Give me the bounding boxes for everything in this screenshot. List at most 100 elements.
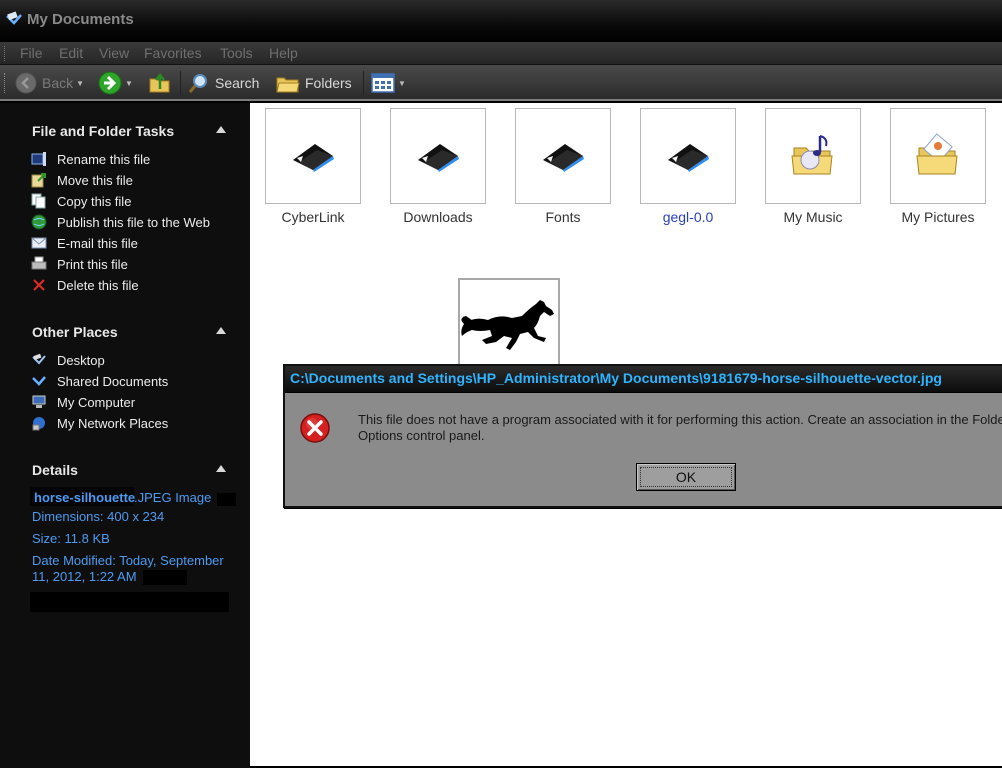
collapse-arrow-icon[interactable]: [216, 465, 226, 472]
folder-downloads[interactable]: Downloads: [390, 108, 486, 225]
toolbar-grip[interactable]: [4, 73, 7, 93]
back-dropdown-icon[interactable]: ▼: [76, 79, 84, 88]
details-modified-line2: 11, 2012, 1:22 AM: [32, 569, 137, 584]
other-places-heading[interactable]: Other Places: [32, 324, 118, 340]
folders-button[interactable]: Folders: [276, 71, 352, 95]
details-modified-line1: Date Modified: Today, September: [32, 553, 224, 568]
folder-fonts[interactable]: Fonts: [515, 108, 611, 225]
file-tasks-heading[interactable]: File and Folder Tasks: [32, 123, 174, 139]
forward-dropdown-icon[interactable]: ▼: [125, 79, 133, 88]
menu-view[interactable]: View: [99, 45, 129, 61]
copy-icon: [30, 193, 48, 209]
folder-my-pictures[interactable]: My Pictures: [890, 108, 986, 225]
details-size: Size: 11.8 KB: [32, 531, 110, 546]
details-file-name: horse-silhouette: [34, 490, 136, 505]
redaction-bar: [217, 493, 236, 506]
folder-icon: [293, 144, 334, 172]
place-shared-documents[interactable]: Shared Documents: [30, 373, 168, 389]
folder-name: Fonts: [545, 209, 581, 225]
search-icon: [188, 74, 207, 93]
menu-edit[interactable]: Edit: [59, 45, 83, 61]
toolbar-separator: [363, 71, 364, 95]
toolbar-separator: [180, 71, 181, 95]
dialog-title-bar[interactable]: C:\Documents and Settings\HP_Administrat…: [285, 366, 1002, 393]
folder-gegl[interactable]: gegl-0.0: [640, 108, 736, 225]
folder-icon: [543, 144, 584, 172]
folder-name: CyberLink: [281, 209, 345, 225]
folder-thumbnail: [515, 108, 611, 204]
folder-my-music[interactable]: My Music: [765, 108, 861, 225]
move-icon: [30, 172, 48, 188]
folder-name: gegl-0.0: [662, 209, 714, 225]
up-folder-button[interactable]: [148, 71, 172, 95]
forward-button[interactable]: ▼: [98, 71, 133, 95]
redaction-bar: [30, 592, 229, 612]
folder-icon: [668, 144, 709, 172]
publish-web-icon: [30, 214, 48, 230]
folder-thumbnail: [765, 108, 861, 204]
delete-icon: [30, 277, 48, 293]
views-icon: [371, 73, 395, 93]
details-dimensions: Dimensions: 400 x 234: [32, 509, 165, 524]
menu-file[interactable]: File: [20, 45, 43, 61]
window-title: My Documents: [27, 11, 134, 28]
menu-help[interactable]: Help: [269, 45, 298, 61]
folder-thumbnail: [265, 108, 361, 204]
music-folder-icon: [791, 135, 833, 175]
task-pane: File and Folder Tasks Rename this file M…: [0, 103, 250, 768]
back-button[interactable]: Back ▼: [15, 71, 84, 95]
folder-icon: [418, 144, 459, 172]
folder-thumbnail: [890, 108, 986, 204]
error-dialog: C:\Documents and Settings\HP_Administrat…: [283, 364, 1002, 508]
my-computer-icon: [30, 394, 48, 410]
forward-arrow-icon: [98, 71, 122, 95]
views-button[interactable]: ▼: [371, 71, 406, 95]
place-desktop[interactable]: Desktop: [30, 352, 105, 368]
network-places-icon: [30, 415, 48, 431]
task-copy[interactable]: Copy this file: [30, 193, 131, 209]
place-network[interactable]: My Network Places: [30, 415, 168, 431]
up-folder-icon: [149, 72, 170, 93]
menu-tools[interactable]: Tools: [220, 45, 253, 61]
collapse-arrow-icon[interactable]: [216, 126, 226, 133]
focus-rect: [640, 467, 732, 487]
redaction-bar: [143, 570, 187, 585]
print-icon: [30, 256, 48, 272]
details-file-type: .JPEG Image: [134, 490, 212, 505]
ok-button[interactable]: OK: [636, 463, 736, 491]
folders-icon: [276, 77, 300, 93]
horse-silhouette-image: [461, 300, 554, 350]
error-icon: [300, 413, 330, 443]
search-button[interactable]: Search: [188, 71, 259, 95]
shared-documents-icon: [30, 373, 48, 389]
details-heading[interactable]: Details: [32, 462, 78, 478]
views-dropdown-icon[interactable]: ▼: [398, 79, 406, 88]
place-my-computer[interactable]: My Computer: [30, 394, 135, 410]
task-rename[interactable]: Rename this file: [30, 151, 150, 167]
menu-favorites[interactable]: Favorites: [144, 45, 202, 61]
task-publish[interactable]: Publish this file to the Web: [30, 214, 210, 230]
my-documents-icon: [6, 11, 22, 25]
folder-thumbnail: [390, 108, 486, 204]
folder-cyberlink[interactable]: CyberLink: [265, 108, 361, 225]
task-print[interactable]: Print this file: [30, 256, 128, 272]
pictures-folder-icon: [916, 133, 958, 175]
back-arrow-icon: [15, 72, 37, 94]
folder-name: My Pictures: [901, 209, 975, 225]
folder-name: Downloads: [403, 209, 473, 225]
collapse-arrow-icon[interactable]: [216, 327, 226, 334]
rename-icon: [30, 151, 48, 167]
task-email[interactable]: E-mail this file: [30, 235, 138, 251]
task-delete[interactable]: Delete this file: [30, 277, 139, 293]
task-move[interactable]: Move this file: [30, 172, 133, 188]
file-thumbnail-horse-silhouette[interactable]: [458, 278, 560, 368]
menu-grip[interactable]: [4, 46, 7, 61]
dialog-message: This file does not have a program associ…: [358, 412, 1002, 443]
folder-name: My Music: [783, 209, 843, 225]
folder-thumbnail: [640, 108, 736, 204]
toolbar: Back ▼ ▼ Search Folders ▼: [0, 65, 1002, 101]
menu-bar: File Edit View Favorites Tools Help: [0, 42, 1002, 65]
title-bar[interactable]: My Documents: [0, 0, 1002, 42]
email-icon: [30, 235, 48, 251]
desktop-icon: [30, 352, 48, 368]
